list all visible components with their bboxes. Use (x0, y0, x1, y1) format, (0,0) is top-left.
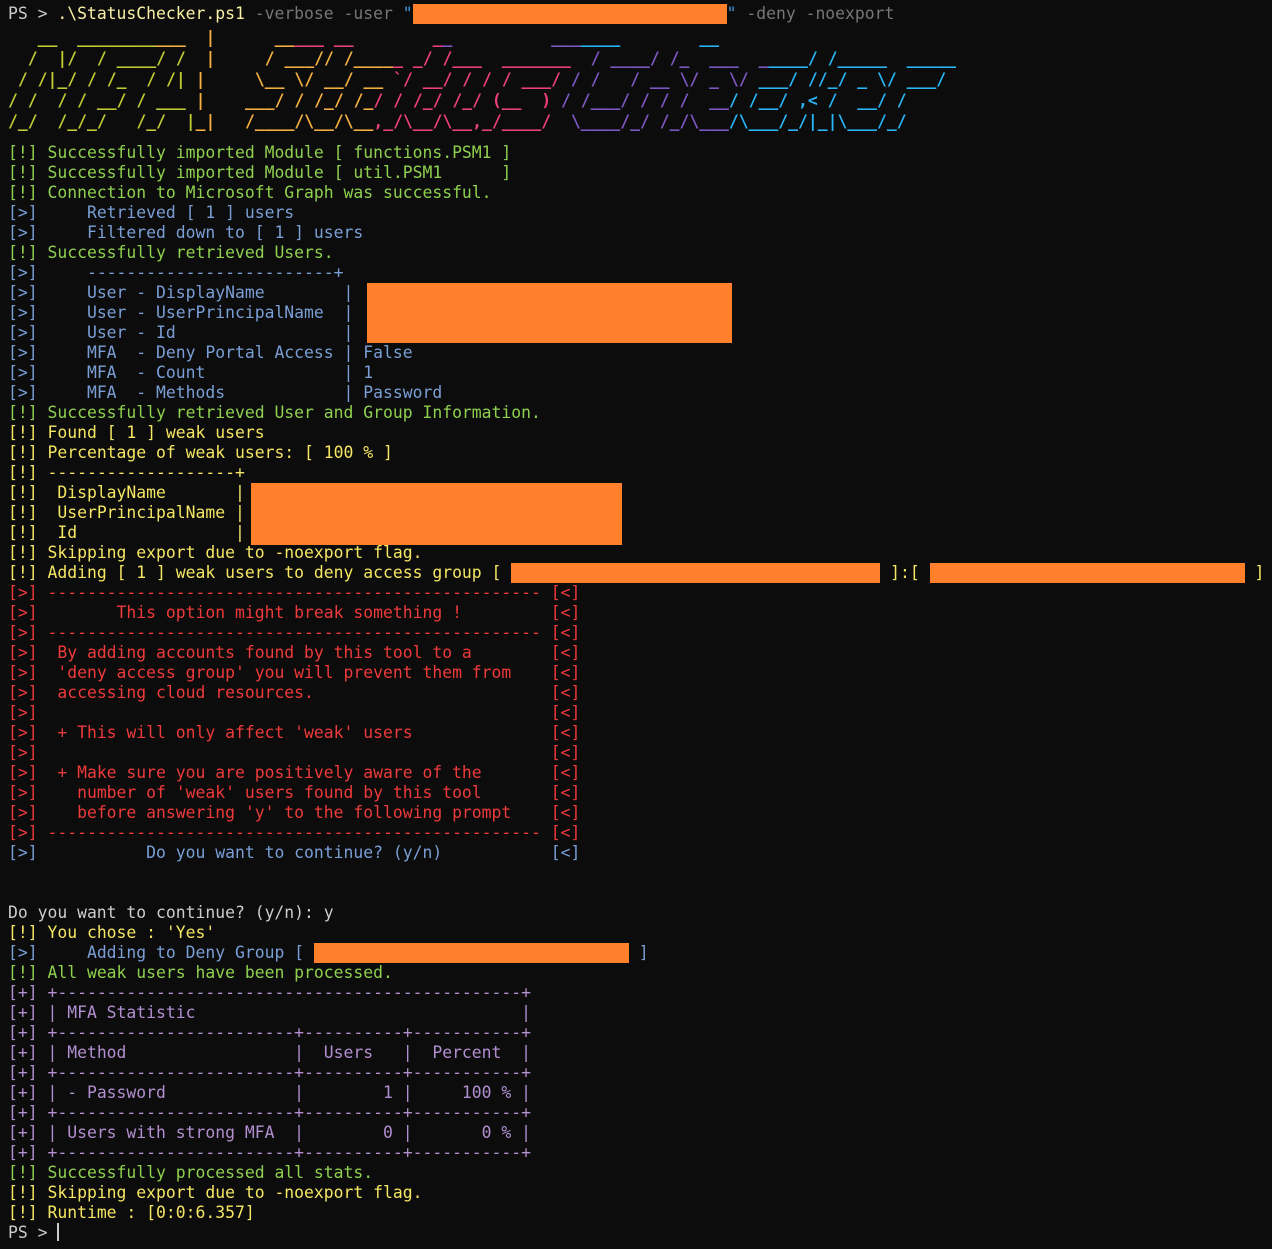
redacted-group-id (929, 563, 1245, 583)
banner-line: /_/ /_/_/ /_/ |_| /____/\__/\__,_/\__/\_… (8, 112, 907, 131)
terminal-window[interactable]: PS > .\StatusChecker.ps1 -verbose -user … (0, 0, 1272, 1249)
log-line: [!] Percentage of weak users: [ 100 % ] (8, 443, 393, 462)
banner-line: __ ___________ | _____ __ __ _______ __ (37, 28, 719, 47)
log-line: [!] Connection to Microsoft Graph was su… (8, 183, 492, 202)
warning-line: [>] ------------------------------------… (8, 823, 581, 842)
log-line: [!] All weak users have been processed. (8, 963, 393, 982)
redacted-deny-group (313, 943, 629, 963)
log-line: [>] Adding to Deny Group [ ] (8, 943, 649, 963)
log-line: [!] Successfully imported Module [ util.… (8, 163, 512, 182)
redacted-user-details (367, 283, 732, 343)
log-line: [!] Successfully retrieved Users. (8, 243, 334, 262)
stat-row: [+] +------------------------+----------… (8, 1023, 532, 1042)
warning-title: [>] This option might break something ! … (8, 603, 581, 622)
weak-table-row: [!] UserPrincipalName | (8, 503, 245, 522)
warning-line: [>] + Make sure you are positively aware… (8, 763, 581, 782)
user-flag: -user (333, 4, 403, 23)
stat-header-row: [+] | Method | Users | Percent | (8, 1043, 532, 1062)
deny-flag: -deny (736, 4, 796, 23)
weak-table-row: [!] DisplayName | (8, 483, 245, 502)
prompt-label: PS > (8, 4, 58, 23)
stat-strong-row: [+] | Users with strong MFA | 0 | 0 % | (8, 1123, 532, 1142)
warning-line: [>] ------------------------------------… (8, 583, 581, 602)
warning-line: [>] 'deny access group' you will prevent… (8, 663, 581, 682)
final-prompt[interactable]: PS > (8, 1223, 1272, 1243)
weak-table-row: [!] -------------------+ (8, 463, 245, 482)
warning-line: [>] accessing cloud resources. [<] (8, 683, 581, 702)
log-line: [!] Successfully retrieved User and Grou… (8, 403, 541, 422)
verbose-flag: -verbose (244, 4, 334, 23)
user-table-row: [>] MFA - Count | 1 (8, 363, 374, 382)
user-table-row: [>] MFA - Methods | Password (8, 383, 443, 402)
stat-password-row: [+] | - Password | 1 | 100 % | (8, 1083, 532, 1102)
log-line: [!] Successfully imported Module [ funct… (8, 143, 512, 162)
redacted-group-name (511, 563, 881, 583)
mfa-statistic-table: [+] +-----------------------------------… (8, 983, 1272, 1163)
user-table-row: [>] -------------------------+ (8, 263, 344, 282)
log-line: [!] Successfully processed all stats. (8, 1163, 374, 1182)
log-line: [!] Found [ 1 ] weak users (8, 423, 265, 442)
warning-line: [>] + This will only affect 'weak' users… (8, 723, 581, 742)
user-table-row: [>] MFA - Deny Portal Access | False (8, 343, 413, 362)
log-line: [>] Filtered down to [ 1 ] users (8, 223, 364, 242)
log-line: [!] Adding [ 1 ] weak users to deny acce… (8, 563, 1265, 583)
warning-line: [>] number of 'weak' users found by this… (8, 783, 581, 802)
script-name: .\StatusChecker.ps1 (57, 4, 245, 23)
log-line: [!] Skipping export due to -noexport fla… (8, 1183, 423, 1202)
stat-row: [+] +------------------------+----------… (8, 1103, 532, 1122)
log-line: [>] Retrieved [ 1 ] users (8, 203, 295, 222)
log-line: [!] You chose : 'Yes' (8, 923, 216, 942)
banner-line: / |/ / ____/ / | / ___// /_____ _/ /___ … (27, 49, 956, 68)
ascii-banner: __ ___________ | _____ __ __ _______ __ … (8, 28, 1272, 133)
redacted-user-argument (412, 4, 727, 24)
banner-line: / / / / __/ / ___ | ___/ / /_/ /_/ / /_/… (8, 91, 907, 110)
quote-close: " (726, 4, 737, 23)
continue-question: [>] Do you want to continue? (y/n) [<] (8, 843, 581, 862)
log-line: [!] Skipping export due to -noexport fla… (8, 543, 423, 562)
redacted-weak-user-details (251, 483, 622, 545)
stat-row: [+] +------------------------+----------… (8, 1143, 532, 1162)
noexport-flag: -noexport (795, 4, 895, 23)
continue-input-line[interactable]: Do you want to continue? (y/n): y (8, 903, 1272, 923)
stat-row: [+] +-----------------------------------… (8, 983, 532, 1002)
warning-box: [>] ------------------------------------… (8, 583, 1272, 863)
runtime-line: [!] Runtime : [0:0:6.357] (8, 1203, 255, 1222)
quote-open: " (402, 4, 413, 23)
stat-row: [+] +------------------------+----------… (8, 1063, 532, 1082)
text-cursor (57, 1223, 60, 1241)
warning-line: [>] ------------------------------------… (8, 623, 581, 642)
command-line: PS > .\StatusChecker.ps1 -verbose -user … (8, 4, 1272, 24)
stat-title-row: [+] | MFA Statistic | (8, 1003, 532, 1022)
weak-table-row: [!] Id | (8, 523, 245, 542)
banner-line: / /|_/ / /_ / /| | \__ \/ __/ __ `/ __/ … (17, 70, 947, 89)
warning-line: [>] By adding accounts found by this too… (8, 643, 581, 662)
warning-line: [>] before answering 'y' to the followin… (8, 803, 581, 822)
warning-line: [>] [<] (8, 703, 581, 722)
warning-line: [>] [<] (8, 743, 581, 762)
